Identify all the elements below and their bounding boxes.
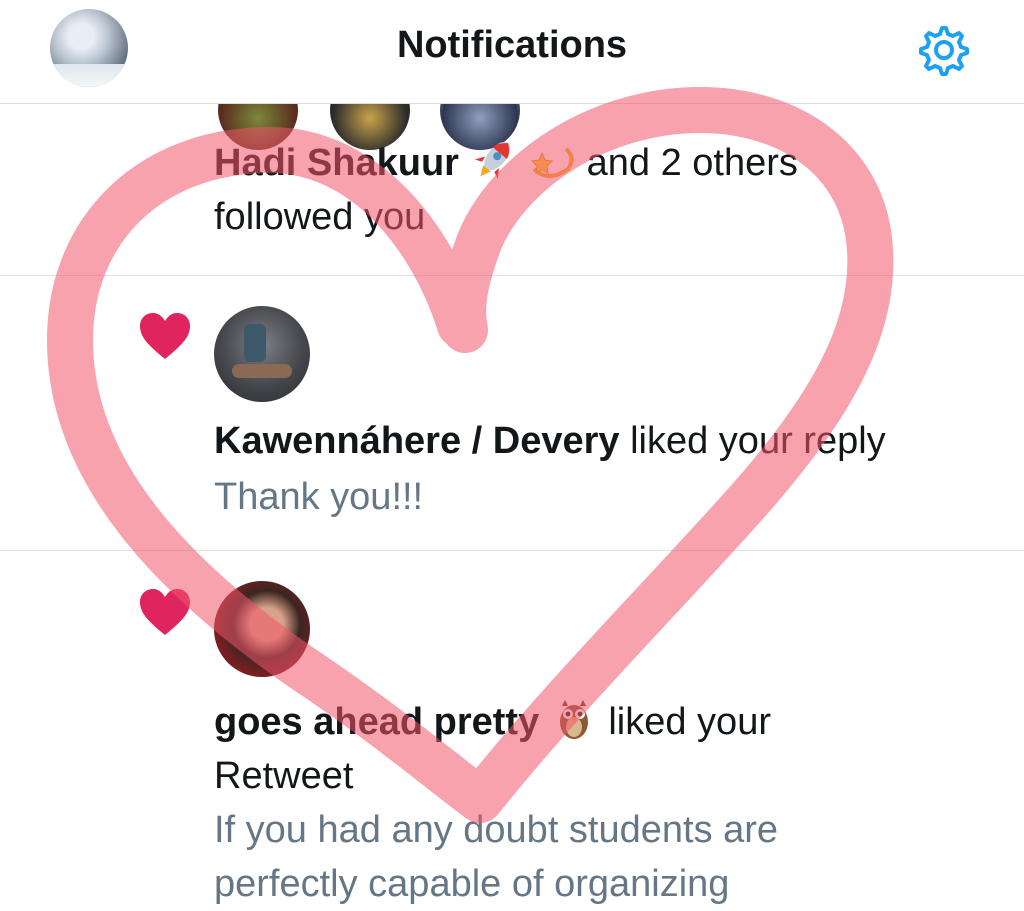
user-name[interactable]: Hadi Shakuur [214,142,459,184]
notification-action-line2: followed you [214,196,426,238]
user-avatar[interactable] [214,306,310,402]
notification-action-line2: Retweet [214,755,354,797]
notification-like-reply[interactable]: Kawennáhere / Devery liked your reply Th… [0,276,1024,550]
notification-like-retweet[interactable]: goes ahead pretty liked your Retweet If … [0,551,1024,905]
user-name[interactable]: goes ahead pretty [214,701,539,743]
notification-action: liked your [608,701,771,743]
user-name[interactable]: Kawennáhere / Devery [214,420,620,462]
tweet-content[interactable]: Thank you!!! [214,470,423,524]
notification-text-line: Kawennáhere / Devery liked your reply [214,414,886,468]
notification-text-line: goes ahead pretty liked your [214,695,771,749]
tweet-content-line2[interactable]: perfectly capable of organizing [214,857,729,911]
heart-icon [140,589,190,635]
rocket-emoji [470,139,518,181]
page-title: Notifications [396,24,628,66]
tweet-content-line1[interactable]: If you had any doubt students are [214,803,778,857]
owl-emoji [550,698,598,740]
dizzy-emoji [528,139,576,181]
top-bar: Notifications [0,0,1024,104]
notification-text-line: Hadi Shakuur and 2 others [214,136,798,190]
notification-action: and 2 others [586,142,798,184]
notification-action: liked your reply [630,420,886,462]
gear-icon[interactable] [916,22,972,78]
heart-icon [140,313,190,359]
user-avatar[interactable] [214,581,310,677]
